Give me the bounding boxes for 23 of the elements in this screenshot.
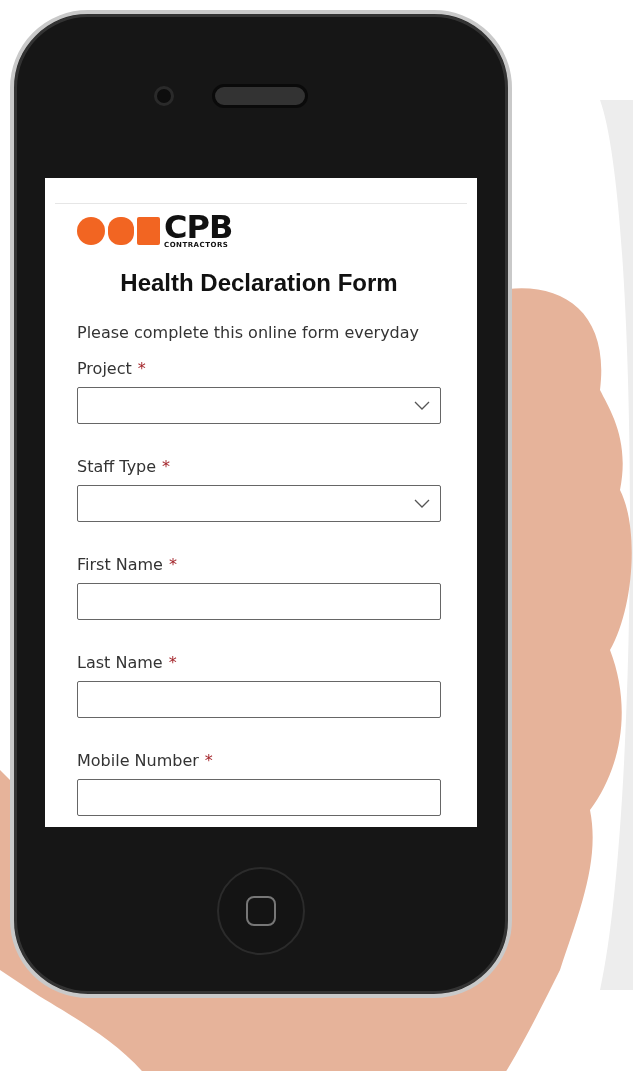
required-mark: *	[137, 358, 146, 380]
dropdown-field[interactable]	[77, 387, 441, 424]
input-field[interactable]	[77, 779, 441, 816]
field-label: Mobile Number	[77, 750, 199, 772]
required-mark: *	[168, 554, 177, 576]
required-mark: *	[168, 652, 177, 674]
logo-wordmark: CPB	[164, 213, 233, 242]
field-label: Last Name	[77, 652, 163, 674]
input-field[interactable]	[77, 681, 441, 718]
form-instruction: Please complete this online form everyday	[77, 322, 421, 344]
input-field[interactable]	[77, 583, 441, 620]
chevron-down-icon	[414, 498, 430, 509]
field-label: Project	[77, 358, 132, 380]
required-mark: *	[162, 456, 171, 478]
chevron-down-icon	[414, 400, 430, 411]
logo-icon	[77, 217, 160, 245]
speaker-icon	[212, 84, 308, 108]
camera-icon	[154, 86, 174, 106]
required-mark: *	[204, 750, 213, 772]
form-title: Health Declaration Form	[119, 268, 399, 298]
dropdown-field[interactable]	[77, 485, 441, 522]
field-label: Staff Type	[77, 456, 157, 478]
field-label: First Name	[77, 554, 163, 576]
